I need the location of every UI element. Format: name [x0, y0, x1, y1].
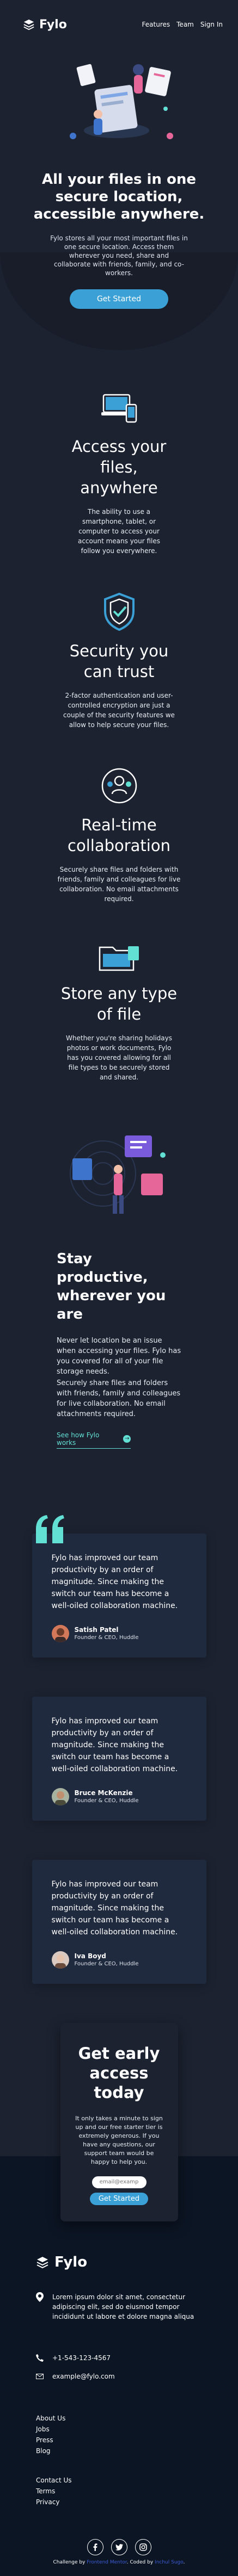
cta-get-started-button[interactable]: Get Started: [89, 2192, 149, 2205]
phone-icon: [36, 2354, 44, 2362]
attribution-prefix: Challenge by: [53, 2559, 86, 2565]
attribution-mid: . Coded by: [126, 2559, 154, 2565]
footer-brand-name: Fylo: [54, 2254, 88, 2270]
address-text: Lorem ipsum dolor sit amet, consectetur …: [52, 2293, 194, 2320]
footer-links-primary: About Us Jobs Press Blog: [36, 2413, 238, 2456]
social-links: [36, 2538, 202, 2555]
attribution: Challenge by Frontend Mentor. Coded by I…: [36, 2560, 238, 2565]
cta-text: It only takes a minute to sign up and ou…: [75, 2115, 163, 2165]
testimonial-card: Fylo has improved our team productivity …: [32, 1860, 206, 1984]
testimonial-role: Founder & CEO, Huddle: [74, 1635, 139, 1641]
email-address[interactable]: example@fylo.com: [52, 2373, 115, 2380]
testimonial-person: Iva Boyd Founder & CEO, Huddle: [51, 1951, 187, 1969]
feature-title: Security you can trust: [69, 642, 169, 681]
footer-link-terms[interactable]: Terms: [36, 2486, 238, 2497]
footer-logo[interactable]: Fylo: [36, 2254, 238, 2270]
instagram-icon[interactable]: [135, 2538, 151, 2555]
testimonial-card: Fylo has improved our team productivity …: [32, 1534, 206, 1658]
facebook-icon[interactable]: [87, 2538, 103, 2555]
footer-link-contact-us[interactable]: Contact Us: [36, 2475, 238, 2486]
testimonial-role: Founder & CEO, Huddle: [74, 1798, 139, 1804]
avatar: [51, 1625, 69, 1642]
see-link-label: See how Fylo works: [57, 1431, 100, 1447]
page: Fylo Features Team Sign In All your file…: [0, 0, 238, 2576]
testimonial-name: Bruce McKenzie: [74, 1789, 133, 1797]
testimonial-role: Founder & CEO, Huddle: [74, 1961, 139, 1967]
logo-icon: [23, 19, 34, 30]
email-icon: [36, 2373, 44, 2379]
footer-link-blog[interactable]: Blog: [36, 2445, 238, 2456]
footer-phone: +1-543-123-4567: [36, 2354, 238, 2362]
brand-name: Fylo: [39, 17, 67, 32]
feature-file-types: Store any type of file Whether you're sh…: [0, 941, 238, 1082]
arrow-right-icon: →: [123, 1435, 131, 1443]
brand-logo[interactable]: Fylo: [23, 18, 67, 32]
email-input[interactable]: [91, 2176, 147, 2188]
feature-title: Access your files, anywhere: [71, 437, 167, 497]
feature-text: 2-factor authentication and user-control…: [63, 692, 175, 729]
nav-sign-in[interactable]: Sign In: [200, 21, 223, 28]
get-started-button[interactable]: Get Started: [69, 289, 169, 309]
productive-illustration: [69, 1135, 166, 1214]
see-how-fylo-works-link[interactable]: See how Fylo works →: [57, 1431, 131, 1449]
shield-check-icon: [103, 593, 135, 631]
early-access-card: Get early access today It only takes a m…: [60, 2023, 178, 2221]
collaboration-icon: [101, 768, 137, 804]
cta-title: Get early access today: [78, 2044, 160, 2102]
twitter-icon[interactable]: [111, 2538, 127, 2555]
devices-icon: [101, 394, 137, 423]
site-header: Fylo Features Team Sign In: [0, 0, 238, 49]
testimonial-person: Bruce McKenzie Founder & CEO, Huddle: [51, 1788, 187, 1805]
feature-security: Security you can trust 2-factor authenti…: [0, 593, 238, 730]
attribution-end: .: [183, 2559, 185, 2565]
testimonial-name: Iva Boyd: [74, 1952, 106, 1960]
feature-text: Whether you're sharing holidays photos o…: [66, 1034, 172, 1081]
feature-text: Securely share files and folders with fr…: [57, 866, 181, 903]
footer-link-privacy[interactable]: Privacy: [36, 2497, 238, 2507]
nav-features[interactable]: Features: [142, 21, 170, 28]
nav-team[interactable]: Team: [176, 21, 194, 28]
feature-text: The ability to use a smartphone, tablet,…: [77, 508, 161, 555]
testimonial-name: Satish Patel: [74, 1626, 119, 1634]
hero-illustration: [69, 64, 173, 139]
author-link[interactable]: Inchul Sugo: [155, 2560, 184, 2565]
feature-collaboration: Real-time collaboration Securely share f…: [0, 767, 238, 904]
folder-icon: [99, 946, 139, 971]
productive-title: Stay productive, wherever you are: [57, 1251, 166, 1323]
footer-email: example@fylo.com: [36, 2373, 238, 2380]
hero-title: All your files in one secure location, a…: [33, 171, 205, 222]
testimonial-text: Fylo has improved our team productivity …: [51, 1880, 178, 1936]
footer-link-about-us[interactable]: About Us: [36, 2413, 238, 2424]
hero-description: Fylo stores all your most important file…: [50, 234, 188, 277]
feature-title: Real-time collaboration: [68, 816, 170, 855]
testimonial-text: Fylo has improved our team productivity …: [51, 1554, 178, 1610]
testimonial-card: Fylo has improved our team productivity …: [32, 1697, 206, 1821]
avatar: [51, 1788, 69, 1805]
testimonial-text: Fylo has improved our team productivity …: [51, 1717, 178, 1773]
testimonials-section: Fylo has improved our team productivity …: [0, 1513, 238, 1984]
footer-address: Lorem ipsum dolor sit amet, consectetur …: [36, 2292, 238, 2321]
logo-icon: [36, 2256, 48, 2268]
productive-paragraph-2: Securely share files and folders with fr…: [57, 1379, 181, 1418]
productive-section: Stay productive, wherever you are Never …: [0, 1119, 238, 1449]
testimonial-person: Satish Patel Founder & CEO, Huddle: [51, 1625, 187, 1642]
feature-access-anywhere: Access your files, anywhere The ability …: [0, 394, 238, 556]
feature-title: Store any type of file: [60, 984, 178, 1023]
phone-number[interactable]: +1-543-123-4567: [52, 2354, 111, 2362]
frontend-mentor-link[interactable]: Frontend Mentor: [87, 2560, 127, 2565]
location-icon: [36, 2292, 44, 2302]
avatar: [51, 1951, 69, 1969]
main-nav: Features Team Sign In: [142, 21, 223, 28]
productive-paragraph-1: Never let location be an issue when acce…: [57, 1337, 181, 1376]
features-section: Access your files, anywhere The ability …: [0, 328, 238, 1082]
footer-links-secondary: Contact Us Terms Privacy: [36, 2475, 238, 2507]
footer-link-jobs[interactable]: Jobs: [36, 2424, 238, 2435]
hero-section: All your files in one secure location, a…: [0, 49, 238, 350]
